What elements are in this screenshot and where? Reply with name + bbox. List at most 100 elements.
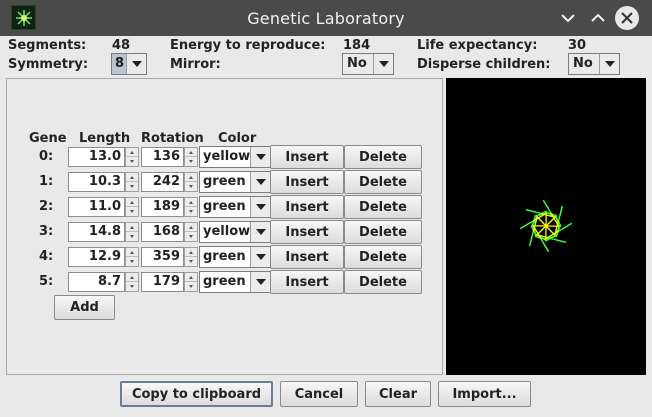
spinner-up-icon[interactable] [185, 173, 197, 182]
color-select[interactable]: yellow [199, 221, 271, 243]
cancel-button[interactable]: Cancel [280, 381, 358, 407]
clear-button[interactable]: Clear [365, 381, 431, 407]
spinner-up-icon[interactable] [126, 148, 138, 157]
spinner-up-icon[interactable] [185, 223, 197, 232]
mirror-label: Mirror: [170, 57, 221, 72]
delete-button[interactable]: Delete [344, 195, 422, 219]
spinner-up-icon[interactable] [126, 223, 138, 232]
spinner-down-icon[interactable] [126, 257, 138, 266]
gene-row-label: 0: [39, 149, 54, 164]
delete-button[interactable]: Delete [344, 170, 422, 194]
insert-button[interactable]: Insert [270, 170, 344, 194]
gene-editor-panel: Gene Length Rotation Color 0: 13.0 136 y… [6, 78, 443, 375]
length-spinner[interactable] [125, 222, 139, 242]
spinner-down-icon[interactable] [126, 182, 138, 191]
gene-row-label: 1: [39, 174, 54, 189]
symmetry-label: Symmetry: [8, 57, 89, 72]
creature-segment [562, 222, 573, 230]
creature-segment [519, 222, 530, 230]
gene-column-header: Gene [29, 131, 67, 146]
rotation-spinner[interactable] [184, 147, 198, 167]
segments-value: 48 [112, 38, 131, 53]
spinner-down-icon[interactable] [126, 232, 138, 241]
spinner-down-icon[interactable] [126, 282, 138, 291]
delete-button[interactable]: Delete [344, 245, 422, 269]
rotation-input[interactable]: 136 [141, 147, 184, 167]
add-gene-button[interactable]: Add [54, 295, 115, 320]
spinner-up-icon[interactable] [185, 148, 197, 157]
rotation-input[interactable]: 189 [141, 197, 184, 217]
delete-button[interactable]: Delete [344, 270, 422, 294]
copy-to-clipboard-button[interactable]: Copy to clipboard [120, 381, 273, 407]
spinner-down-icon[interactable] [126, 157, 138, 166]
spinner-down-icon[interactable] [185, 182, 197, 191]
insert-button[interactable]: Insert [270, 195, 344, 219]
spinner-down-icon[interactable] [185, 207, 197, 216]
rotation-input[interactable]: 242 [141, 172, 184, 192]
insert-button[interactable]: Insert [270, 270, 344, 294]
length-spinner[interactable] [125, 172, 139, 192]
mirror-select[interactable]: No [342, 53, 394, 75]
rotation-spinner[interactable] [184, 197, 198, 217]
rotation-input[interactable]: 359 [141, 247, 184, 267]
length-spinner[interactable] [125, 147, 139, 167]
creature-segment [525, 209, 536, 213]
rotation-spinner[interactable] [184, 247, 198, 267]
chevron-down-icon [561, 14, 575, 23]
energy-label: Energy to reproduce: [170, 38, 326, 53]
close-button[interactable] [615, 6, 639, 30]
window-title: Genetic Laboratory [247, 9, 405, 28]
length-input[interactable]: 8.7 [68, 272, 125, 292]
symmetry-select[interactable]: 8 [111, 53, 147, 75]
delete-button[interactable]: Delete [344, 145, 422, 169]
disperse-children-select[interactable]: No [568, 53, 620, 75]
insert-button[interactable]: Insert [270, 220, 344, 244]
spinner-down-icon[interactable] [185, 157, 197, 166]
disperse-children-value: No [573, 56, 593, 71]
delete-button[interactable]: Delete [344, 220, 422, 244]
length-spinner[interactable] [125, 272, 139, 292]
color-select[interactable]: green [199, 246, 271, 268]
rotation-input[interactable]: 168 [141, 222, 184, 242]
color-select[interactable]: green [199, 271, 271, 293]
spinner-down-icon[interactable] [185, 257, 197, 266]
length-column-header: Length [79, 131, 131, 146]
spinner-up-icon[interactable] [185, 248, 197, 257]
minimize-button[interactable] [556, 6, 580, 30]
rotation-spinner[interactable] [184, 222, 198, 242]
rotation-spinner[interactable] [184, 272, 198, 292]
length-input[interactable]: 11.0 [68, 197, 125, 217]
spinner-up-icon[interactable] [185, 198, 197, 207]
import-button[interactable]: Import... [438, 381, 531, 407]
spinner-up-icon[interactable] [126, 198, 138, 207]
insert-button[interactable]: Insert [270, 245, 344, 269]
spinner-up-icon[interactable] [126, 248, 138, 257]
chevron-down-icon [250, 197, 270, 217]
length-input[interactable]: 13.0 [68, 147, 125, 167]
length-spinner[interactable] [125, 247, 139, 267]
length-input[interactable]: 10.3 [68, 172, 125, 192]
rotation-input[interactable]: 179 [141, 272, 184, 292]
spinner-down-icon[interactable] [126, 207, 138, 216]
chevron-down-icon [126, 54, 146, 74]
gene-row-label: 4: [39, 249, 54, 264]
rotation-column-header: Rotation [141, 131, 204, 146]
maximize-button[interactable] [586, 6, 610, 30]
creature-segment [529, 236, 533, 247]
rotation-spinner[interactable] [184, 172, 198, 192]
length-input[interactable]: 12.9 [68, 247, 125, 267]
length-spinner[interactable] [125, 197, 139, 217]
insert-button[interactable]: Insert [270, 145, 344, 169]
creature-drawing [519, 199, 573, 253]
spinner-up-icon[interactable] [126, 273, 138, 282]
spinner-up-icon[interactable] [185, 273, 197, 282]
spinner-up-icon[interactable] [126, 173, 138, 182]
spinner-down-icon[interactable] [185, 232, 197, 241]
spinner-down-icon[interactable] [185, 282, 197, 291]
life-expectancy-label: Life expectancy: [417, 38, 538, 53]
color-select[interactable]: yellow [199, 146, 271, 168]
color-select[interactable]: green [199, 171, 271, 193]
color-select[interactable]: green [199, 196, 271, 218]
length-input[interactable]: 14.8 [68, 222, 125, 242]
chevron-down-icon [250, 222, 270, 242]
